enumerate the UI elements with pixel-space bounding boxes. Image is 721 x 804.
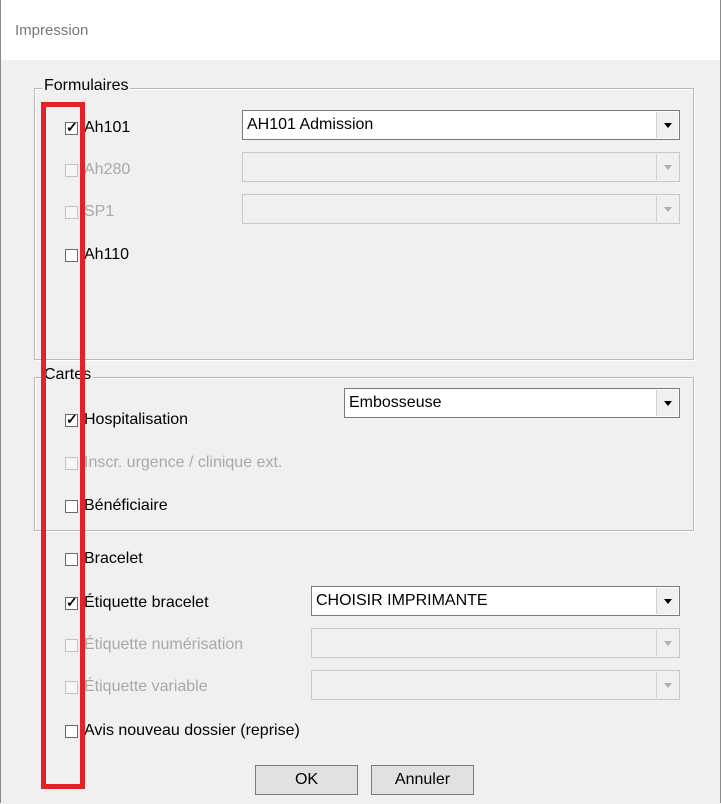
etiquette-bracelet-label: Étiquette bracelet	[84, 594, 209, 611]
beneficiaire-label: Bénéficiaire	[84, 497, 168, 514]
ah280-label: Ah280	[84, 161, 131, 178]
embosser-select-value: Embosseuse	[349, 394, 442, 411]
ah101-label: Ah101	[84, 119, 131, 136]
hospitalisation-checkbox[interactable]: ✓	[65, 410, 78, 427]
bracelet-checkbox-row[interactable]: Bracelet	[65, 549, 143, 569]
ok-button[interactable]: OK	[255, 765, 358, 795]
etiquette-bracelet-checkbox[interactable]: ✓	[65, 593, 78, 610]
sp1-form-select[interactable]	[242, 194, 680, 224]
bracelet-printer-select-value: CHOISIR IMPRIMANTE	[316, 592, 488, 609]
bracelet-checkbox[interactable]	[65, 552, 78, 566]
window-title: Impression	[15, 22, 89, 39]
avis-nouveau-dossier-label: Avis nouveau dossier (reprise)	[84, 722, 300, 739]
ah101-form-select[interactable]: AH101 Admission	[242, 110, 680, 140]
ah280-checkbox-row[interactable]: Ah280	[65, 160, 130, 180]
hospitalisation-label: Hospitalisation	[84, 411, 189, 428]
dropdown-arrow-icon[interactable]	[656, 390, 678, 416]
ah280-checkbox[interactable]	[65, 163, 78, 177]
ah101-checkbox[interactable]: ✓	[65, 118, 78, 135]
etiquette-numerisation-checkbox[interactable]	[65, 638, 78, 652]
dropdown-arrow-icon[interactable]	[656, 588, 678, 614]
bracelet-label: Bracelet	[84, 550, 143, 567]
avis-nouveau-dossier-checkbox[interactable]	[65, 724, 78, 738]
formulaires-legend: Formulaires	[42, 77, 131, 95]
hospitalisation-checkbox-row[interactable]: ✓ Hospitalisation	[65, 410, 188, 430]
title-bar: Impression	[1, 0, 720, 60]
embosser-select[interactable]: Embosseuse	[344, 388, 680, 418]
cartes-legend: Cartes	[42, 366, 94, 384]
cancel-button[interactable]: Annuler	[371, 765, 474, 795]
beneficiaire-checkbox[interactable]	[65, 499, 78, 513]
ah110-checkbox-row[interactable]: Ah110	[65, 245, 129, 265]
dropdown-arrow-icon[interactable]	[656, 112, 678, 138]
ah101-form-select-value: AH101 Admission	[247, 116, 374, 133]
inscr-urgence-checkbox[interactable]	[65, 456, 78, 470]
inscr-urgence-label: Inscr. urgence / clinique ext.	[84, 454, 283, 471]
etiquette-numerisation-label: Étiquette numérisation	[84, 636, 244, 653]
ah110-label: Ah110	[84, 246, 130, 263]
beneficiaire-checkbox-row[interactable]: Bénéficiaire	[65, 496, 168, 516]
ah280-form-select[interactable]	[242, 152, 680, 182]
sp1-checkbox[interactable]	[65, 205, 78, 219]
dropdown-arrow-icon[interactable]	[656, 154, 678, 180]
dropdown-arrow-icon[interactable]	[656, 630, 678, 656]
etiquette-variable-checkbox[interactable]	[65, 680, 78, 694]
ah101-checkbox-row[interactable]: ✓ Ah101	[65, 118, 130, 138]
etiquette-numerisation-checkbox-row[interactable]: Étiquette numérisation	[65, 635, 243, 655]
bracelet-printer-select[interactable]: CHOISIR IMPRIMANTE	[311, 586, 680, 616]
dropdown-arrow-icon[interactable]	[656, 672, 678, 698]
check-icon: ✓	[66, 410, 78, 427]
numerisation-printer-select[interactable]	[311, 628, 680, 658]
variable-printer-select[interactable]	[311, 670, 680, 700]
sp1-label: SP1	[84, 203, 115, 220]
ah110-checkbox[interactable]	[65, 248, 78, 262]
check-icon: ✓	[66, 118, 78, 135]
etiquette-variable-label: Étiquette variable	[84, 678, 208, 695]
inscr-urgence-checkbox-row[interactable]: Inscr. urgence / clinique ext.	[65, 453, 282, 473]
dropdown-arrow-icon[interactable]	[656, 196, 678, 222]
check-icon: ✓	[66, 593, 78, 610]
avis-nouveau-dossier-checkbox-row[interactable]: Avis nouveau dossier (reprise)	[65, 721, 300, 741]
etiquette-bracelet-checkbox-row[interactable]: ✓ Étiquette bracelet	[65, 593, 209, 613]
sp1-checkbox-row[interactable]: SP1	[65, 202, 114, 222]
print-dialog: Impression Formulaires ✓ Ah101 AH101 Adm…	[0, 0, 721, 803]
etiquette-variable-checkbox-row[interactable]: Étiquette variable	[65, 677, 208, 697]
